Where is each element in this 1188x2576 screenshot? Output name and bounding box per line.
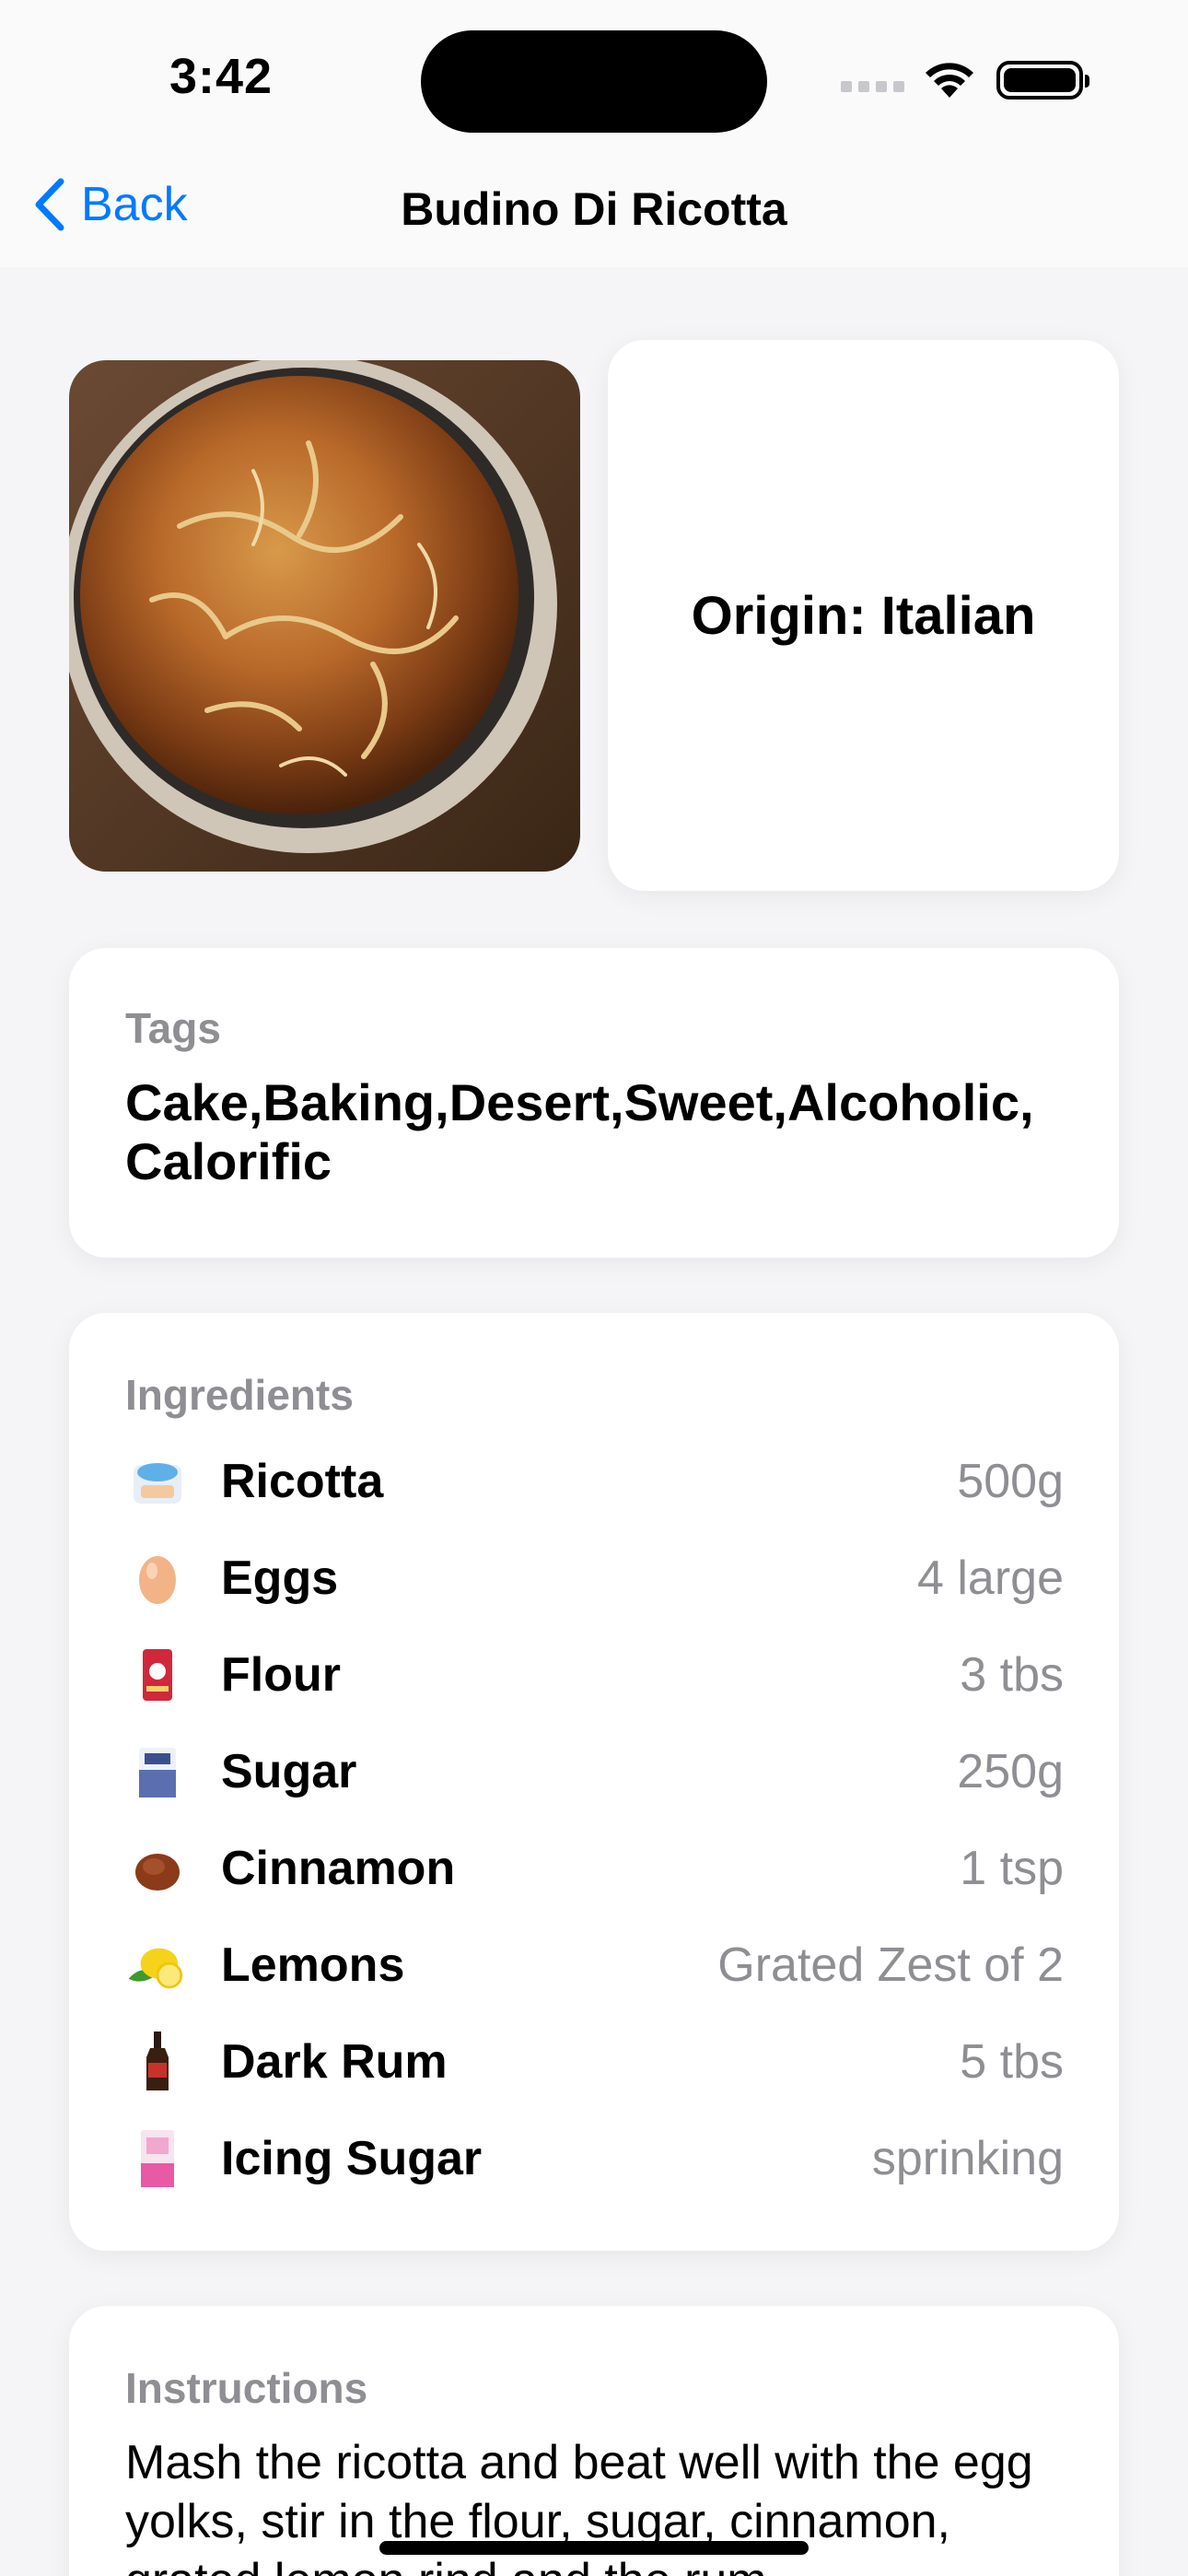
ingredient-amount: 5 tbs bbox=[960, 2034, 1064, 2089]
ingredient-name: Lemons bbox=[221, 1938, 405, 1992]
ingredient-name: Flour bbox=[221, 1647, 341, 1702]
ingredient-row: Cinnamon 1 tsp bbox=[125, 1820, 1064, 1916]
icing-sugar-icon bbox=[125, 2126, 190, 2191]
ingredient-amount: 1 tsp bbox=[960, 1841, 1064, 1895]
ingredient-row: Dark Rum 5 tbs bbox=[125, 2013, 1064, 2110]
ingredient-amount: 500g bbox=[957, 1454, 1064, 1508]
ingredient-name: Sugar bbox=[221, 1744, 357, 1798]
ingredient-name: Ricotta bbox=[221, 1454, 384, 1508]
tags-card: Tags Cake,Baking,Desert,Sweet,Alcoholic,… bbox=[69, 948, 1119, 1258]
rum-icon bbox=[125, 2030, 190, 2094]
ingredient-row: Ricotta 500g bbox=[125, 1433, 1064, 1529]
lemon-icon bbox=[125, 1933, 190, 1997]
tags-value: Cake,Baking,Desert,Sweet,Alcoholic,Calor… bbox=[125, 1073, 1034, 1190]
dynamic-island bbox=[421, 30, 767, 133]
instructions-card: Instructions Mash the ricotta and beat w… bbox=[69, 2306, 1119, 2576]
home-indicator[interactable] bbox=[379, 2541, 809, 2555]
ingredient-name: Eggs bbox=[221, 1551, 339, 1605]
ingredient-name: Cinnamon bbox=[221, 1841, 456, 1895]
egg-icon bbox=[125, 1546, 190, 1610]
origin-card: Origin: Italian bbox=[608, 340, 1119, 891]
recipe-photo bbox=[69, 360, 580, 872]
ingredient-amount: 4 large bbox=[917, 1551, 1064, 1605]
tags-label: Tags bbox=[125, 1004, 221, 1052]
instructions-label: Instructions bbox=[125, 2364, 368, 2412]
ingredient-row: Icing Sugar sprinking bbox=[125, 2110, 1064, 2207]
ingredient-amount: 3 tbs bbox=[960, 1647, 1064, 1702]
ingredients-list: Ricotta 500g Eggs 4 large Flour 3 tbs Su… bbox=[125, 1433, 1064, 2207]
ingredient-row: Flour 3 tbs bbox=[125, 1626, 1064, 1723]
page-title: Budino Di Ricotta bbox=[401, 183, 787, 235]
ingredient-amount: 250g bbox=[957, 1744, 1064, 1798]
navigation-bar: Back Budino Di Ricotta bbox=[0, 157, 1188, 267]
ingredient-amount: sprinking bbox=[871, 2131, 1064, 2185]
origin-text: Origin: Italian bbox=[691, 585, 1036, 646]
status-bar: 3:42 bbox=[0, 0, 1188, 157]
battery-icon bbox=[996, 61, 1089, 100]
sugar-icon bbox=[125, 1739, 190, 1804]
ingredients-label: Ingredients bbox=[125, 1371, 354, 1419]
cinnamon-icon bbox=[125, 1836, 190, 1901]
ingredient-name: Icing Sugar bbox=[221, 2131, 483, 2185]
ingredient-row: Sugar 250g bbox=[125, 1723, 1064, 1820]
status-time: 3:42 bbox=[169, 49, 274, 104]
ingredient-amount: Grated Zest of 2 bbox=[717, 1938, 1064, 1992]
flour-icon bbox=[125, 1643, 190, 1707]
ingredient-row: Lemons Grated Zest of 2 bbox=[125, 1916, 1064, 2013]
ingredient-row: Eggs 4 large bbox=[125, 1529, 1064, 1626]
wifi-icon bbox=[926, 63, 973, 98]
cellular-signal-icon bbox=[841, 81, 904, 92]
ricotta-icon bbox=[125, 1449, 190, 1514]
ingredient-name: Dark Rum bbox=[221, 2034, 448, 2089]
ingredients-card: Ingredients Ricotta 500g Eggs 4 large Fl… bbox=[69, 1313, 1119, 2251]
